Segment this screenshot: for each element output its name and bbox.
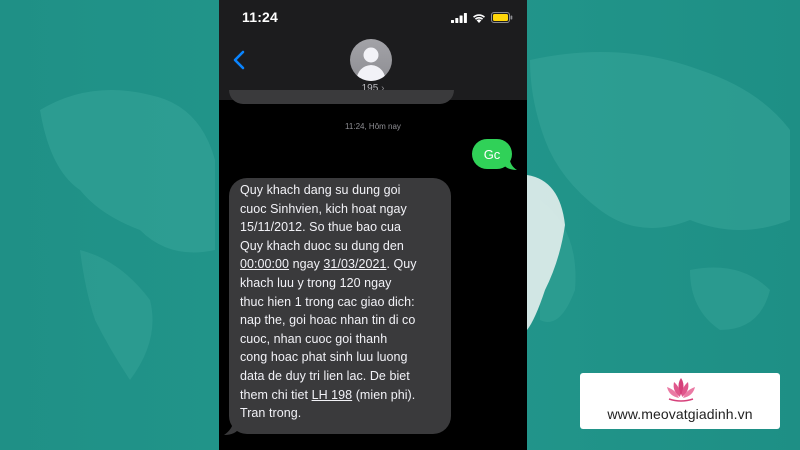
received-bubble-tail — [224, 419, 240, 435]
message-fragment: ngay — [289, 257, 324, 272]
watermark-text: www.meovatgiadinh.vn — [607, 406, 753, 422]
message-line: 00:00:00 ngay 31/03/2021. Quy — [240, 255, 443, 274]
message-fragment: (mien phi). — [352, 387, 416, 402]
message-line: cong hoac phat sinh luu luong — [240, 350, 408, 365]
phone-screen: 11:24 195 › 11:24, Hôm nay Gc Quy khach … — [219, 0, 527, 450]
message-line: Quy khach dang su dung goi — [240, 183, 401, 197]
message-fragment: them chi tiet — [240, 387, 312, 402]
message-line: data de duy tri lien lac. De biet — [240, 368, 410, 383]
previous-message-bubble — [229, 90, 454, 104]
message-line: Tran trong. — [240, 406, 302, 421]
message-line: nap the, goi hoac nhan tin di co — [240, 313, 416, 328]
message-fragment: . Quy — [386, 257, 417, 272]
message-line: them chi tiet LH 198 (mien phi). — [240, 386, 443, 405]
status-time: 11:24 — [242, 9, 279, 25]
received-message-bubble[interactable]: Quy khach dang su dung goi cuoc Sinhvien… — [229, 178, 451, 434]
status-bar: 11:24 — [219, 0, 527, 34]
message-line: thuc hien 1 trong cac giao dich: — [240, 294, 415, 309]
message-line: Quy khach duoc su dung den — [240, 238, 404, 253]
back-chevron-icon[interactable] — [229, 48, 251, 72]
lotus-logo-icon — [667, 378, 695, 402]
wifi-icon — [473, 13, 485, 23]
sent-bubble-tail — [503, 156, 517, 170]
time-link[interactable]: 00:00:00 — [240, 257, 289, 271]
message-line: cuoc Sinhvien, kich hoat ngay — [240, 201, 407, 216]
watermark-badge: www.meovatgiadinh.vn — [580, 373, 780, 429]
contact-avatar[interactable] — [350, 39, 392, 81]
message-line: 15/11/2012. So thue bao cua — [240, 220, 401, 235]
battery-icon — [491, 12, 513, 23]
cellular-signal-icon — [451, 12, 467, 23]
status-icons — [451, 12, 513, 23]
message-line: cuoc, nhan cuoc goi thanh — [240, 331, 388, 346]
message-timestamp: 11:24, Hôm nay — [345, 122, 401, 131]
person-avatar-icon — [356, 47, 386, 81]
date-link[interactable]: 31/03/2021 — [323, 257, 386, 271]
phone-link[interactable]: LH 198 — [312, 388, 353, 402]
sent-message-text: Gc — [483, 146, 501, 162]
message-line: khach luu y trong 120 ngay — [240, 275, 392, 290]
